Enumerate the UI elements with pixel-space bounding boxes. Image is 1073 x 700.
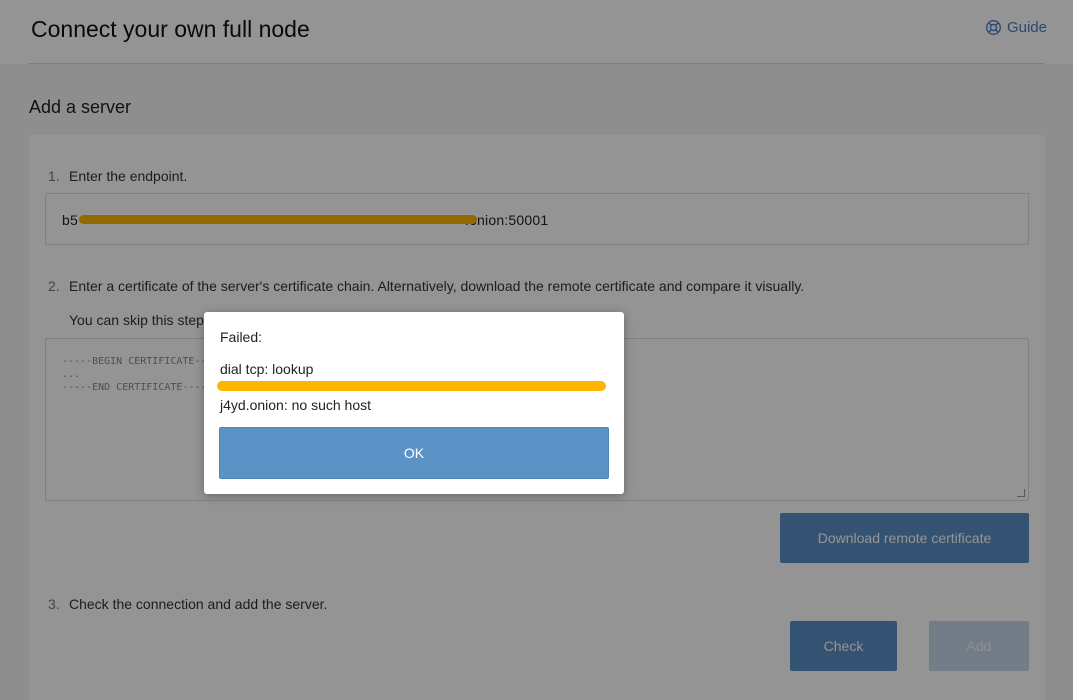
- dialog-title: Failed:: [220, 329, 263, 345]
- error-dialog: Failed: dial tcp: lookup j4yd.onion: no …: [204, 312, 624, 494]
- dialog-message-line1: dial tcp: lookup: [220, 361, 314, 377]
- redaction-mark: [217, 381, 606, 391]
- ok-button[interactable]: OK: [219, 427, 609, 479]
- dialog-message-line2: j4yd.onion: no such host: [220, 397, 371, 413]
